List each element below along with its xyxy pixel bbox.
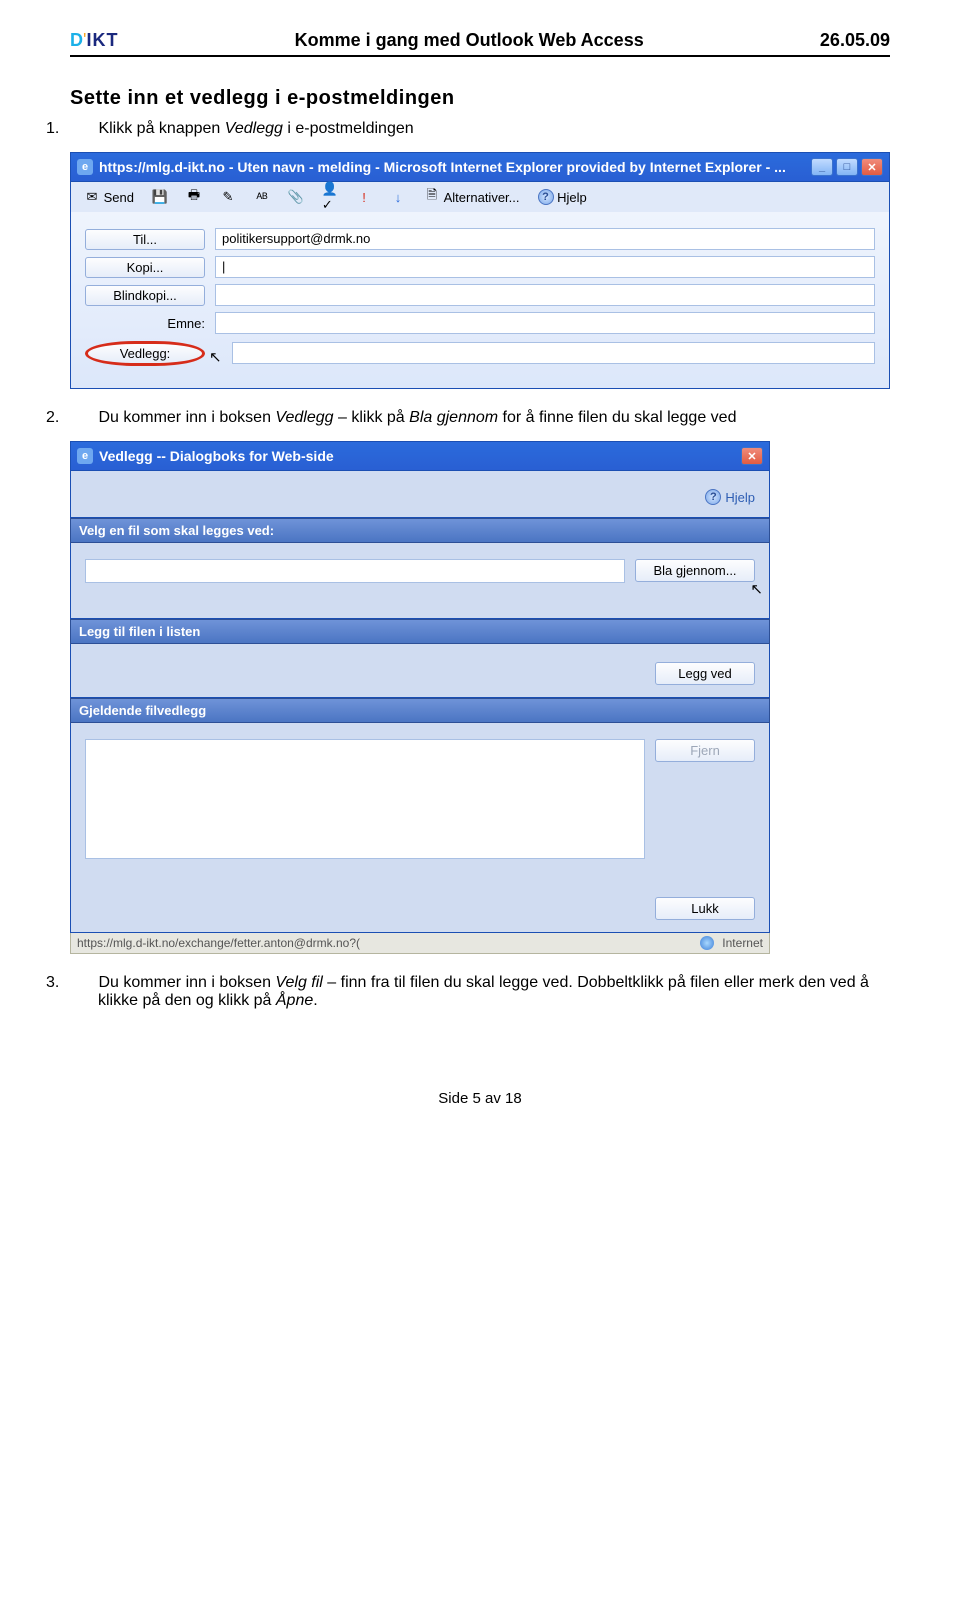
window-title: https://mlg.d-ikt.no - Uten navn - meldi… — [99, 159, 811, 175]
remove-button[interactable]: Fjern — [655, 739, 755, 762]
logo-ikt: IKT — [86, 30, 118, 50]
logo-d: D — [70, 30, 83, 50]
step-number: 2. — [72, 409, 94, 427]
page-footer: Side 5 av 18 — [70, 1090, 890, 1107]
priority-high-icon: ! — [356, 189, 372, 205]
bcc-button[interactable]: Blindkopi... — [85, 285, 205, 306]
dialog-title: Vedlegg -- Dialogboks for Web-side — [99, 448, 741, 464]
subject-field[interactable] — [215, 312, 875, 334]
spellcheck-button[interactable]: ᴬᴮ — [247, 186, 277, 208]
step-number: 1. — [72, 120, 94, 138]
to-field[interactable]: politikersupport@drmk.no — [215, 228, 875, 250]
close-button[interactable]: ✕ — [741, 447, 763, 465]
step-em: Bla gjennom — [409, 409, 498, 426]
step-text: . — [313, 992, 317, 1009]
step-text: – klikk på — [334, 409, 410, 426]
step-em: Velg fil — [275, 974, 322, 991]
spellcheck-icon: ᴬᴮ — [254, 189, 270, 205]
cursor-icon: ↖ — [750, 580, 763, 598]
help-icon: ? — [538, 189, 554, 205]
priority-high-button[interactable]: ! — [349, 186, 379, 208]
minimize-button[interactable]: _ — [811, 158, 833, 176]
section-add-file: Legg til filen i listen — [70, 619, 770, 644]
cursor-icon: ↖ — [209, 348, 222, 366]
save-icon: 💾 — [152, 189, 168, 205]
cc-button[interactable]: Kopi... — [85, 257, 205, 278]
page-title: Komme i gang med Outlook Web Access — [295, 30, 644, 51]
section-current-attachments: Gjeldende filvedlegg — [70, 698, 770, 723]
maximize-button[interactable]: □ — [836, 158, 858, 176]
print-button[interactable]: 🖶 — [179, 186, 209, 208]
send-icon: ✉ — [84, 189, 100, 205]
status-url: https://mlg.d-ikt.no/exchange/fetter.ant… — [77, 936, 692, 950]
help-link[interactable]: ? Hjelp — [705, 489, 755, 505]
options-button[interactable]: 🗎 Alternativer... — [417, 186, 527, 208]
step-text: i e-postmeldingen — [283, 120, 414, 137]
sign-button[interactable]: ✎ — [213, 186, 243, 208]
send-button[interactable]: ✉ Send — [77, 186, 141, 208]
file-path-input[interactable] — [85, 559, 625, 583]
dialog-body: ? Hjelp — [70, 471, 770, 518]
names-button[interactable]: 👤✓ — [315, 186, 345, 208]
close-dialog-button[interactable]: Lukk — [655, 897, 755, 920]
globe-icon — [700, 936, 714, 950]
section-select-file: Velg en fil som skal legges ved: — [70, 518, 770, 543]
step-text: for å finne filen du skal legge ved — [498, 409, 736, 426]
step-1: 1. Klikk på knappen Vedlegg i e-postmeld… — [98, 120, 890, 138]
note-icon: 🗎 — [424, 189, 440, 205]
attach-file-button[interactable]: Legg ved — [655, 662, 755, 685]
compose-toolbar: ✉ Send 💾 🖶 ✎ ᴬᴮ 📎 👤✓ ! ↓ 🗎 Alternativer.… — [70, 182, 890, 212]
help-icon: ? — [705, 489, 721, 505]
compose-form: Til... politikersupport@drmk.no Kopi... … — [70, 212, 890, 389]
screenshot-compose-window: e https://mlg.d-ikt.no - Uten navn - mel… — [70, 152, 890, 389]
bcc-field[interactable] — [215, 284, 875, 306]
step-em: Vedlegg — [225, 120, 283, 137]
names-check-icon: 👤✓ — [322, 189, 338, 205]
logo: D'IKT — [70, 30, 118, 51]
attachment-field[interactable] — [232, 342, 875, 364]
subject-label: Emne: — [85, 314, 205, 333]
save-button[interactable]: 💾 — [145, 186, 175, 208]
priority-low-button[interactable]: ↓ — [383, 186, 413, 208]
step-em: Vedlegg — [275, 409, 333, 426]
step-number: 3. — [72, 974, 94, 992]
status-zone: Internet — [722, 936, 763, 950]
to-button[interactable]: Til... — [85, 229, 205, 250]
ie-icon: e — [77, 159, 93, 175]
ie-icon: e — [77, 448, 93, 464]
status-bar: https://mlg.d-ikt.no/exchange/fetter.ant… — [70, 933, 770, 954]
close-button[interactable]: ✕ — [861, 158, 883, 176]
step-text: Du kommer inn i boksen — [98, 974, 275, 991]
attachment-list[interactable] — [85, 739, 645, 859]
help-label: Hjelp — [725, 490, 755, 505]
attach-button[interactable]: 📎 — [281, 186, 311, 208]
step-text: Klikk på knappen — [98, 120, 224, 137]
page-date: 26.05.09 — [820, 30, 890, 51]
step-text: Du kommer inn i boksen — [98, 409, 275, 426]
window-titlebar: e https://mlg.d-ikt.no - Uten navn - mel… — [70, 152, 890, 182]
step-2: 2. Du kommer inn i boksen Vedlegg – klik… — [98, 409, 890, 427]
dialog-titlebar: e Vedlegg -- Dialogboks for Web-side ✕ — [70, 441, 770, 471]
attachment-button[interactable]: Vedlegg: — [85, 341, 205, 366]
print-icon: 🖶 — [186, 189, 202, 205]
browse-button[interactable]: Bla gjennom... — [635, 559, 755, 582]
section-heading: Sette inn et vedlegg i e-postmeldingen — [70, 87, 890, 110]
cc-field[interactable]: | — [215, 256, 875, 278]
paperclip-icon: 📎 — [288, 189, 304, 205]
page-header: D'IKT Komme i gang med Outlook Web Acces… — [70, 30, 890, 57]
step-em: Åpne — [276, 992, 313, 1009]
signature-icon: ✎ — [220, 189, 236, 205]
screenshot-attachment-dialog: e Vedlegg -- Dialogboks for Web-side ✕ ?… — [70, 441, 770, 954]
help-button[interactable]: ? Hjelp — [531, 186, 594, 208]
step-3: 3. Du kommer inn i boksen Velg fil – fin… — [98, 974, 890, 1010]
priority-low-icon: ↓ — [390, 189, 406, 205]
